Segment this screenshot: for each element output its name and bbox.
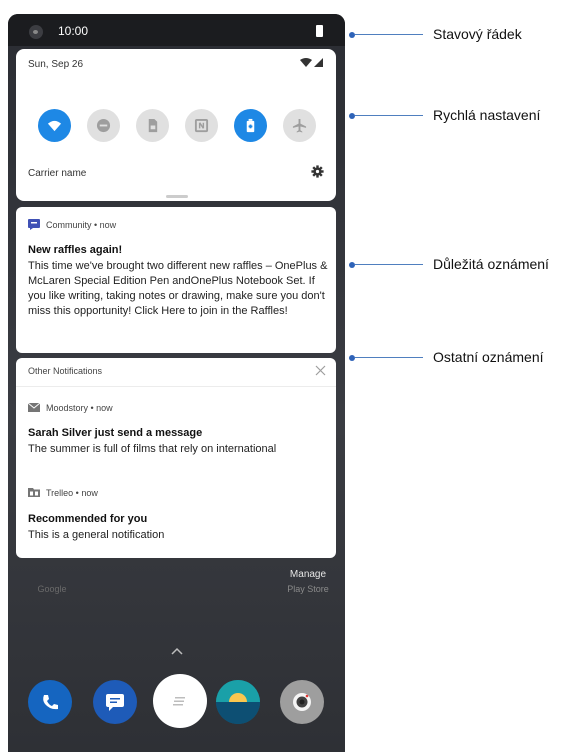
dock-phone[interactable]	[28, 680, 72, 724]
quick-settings-panel: Sun, Sep 26 Carrier name	[16, 49, 336, 201]
callout-quick-settings: Rychlá nastavení	[433, 107, 541, 123]
tile-do-not-disturb[interactable]	[87, 109, 120, 142]
chevron-up-icon[interactable]	[170, 646, 184, 656]
notification-app-row: Community • now	[28, 219, 116, 230]
notification-title[interactable]: Sarah Silver just send a message	[28, 427, 202, 439]
panel-drag-handle[interactable]	[166, 195, 188, 198]
airplane-mode-icon	[292, 118, 307, 133]
callout-important: Důležitá oznámení	[433, 256, 549, 272]
folder-icon	[28, 488, 40, 497]
tile-sim-card[interactable]	[136, 109, 169, 142]
camera-lens-icon	[293, 693, 311, 711]
community-notification[interactable]: Community • now New raffles again! This …	[16, 207, 336, 353]
notification-app-row[interactable]: Moodstory • now	[28, 402, 113, 413]
other-notifications-header: Other Notifications	[28, 366, 103, 376]
quick-settings-tiles	[38, 109, 316, 142]
mail-icon	[28, 402, 40, 412]
google-app-label: Google	[37, 584, 67, 594]
tile-airplane-mode[interactable]	[283, 109, 316, 142]
dock-maps[interactable]	[216, 680, 260, 724]
dock-messages[interactable]	[93, 680, 137, 724]
notification-title: New raffles again!	[28, 244, 123, 256]
battery-saver-icon	[246, 118, 255, 133]
tile-nfc[interactable]	[185, 109, 218, 142]
manage-app-label[interactable]: Manage	[278, 569, 338, 580]
chat-bubble-icon	[28, 219, 40, 230]
notification-app-name: Community • now	[46, 219, 117, 230]
notification-app-row[interactable]: Trelleo • now	[28, 487, 98, 498]
callout-other: Ostatní oznámení	[433, 349, 544, 365]
callout-dot	[349, 262, 355, 268]
callout-dot	[349, 113, 355, 119]
tile-battery-saver[interactable]	[234, 109, 267, 142]
qs-date: Sun, Sep 26	[28, 59, 84, 70]
notification-body: This is a general notification	[28, 529, 165, 541]
settings-gear-icon[interactable]	[311, 165, 324, 178]
menu-lines-icon	[173, 697, 185, 706]
do-not-disturb-icon	[96, 118, 111, 133]
phone-screen: 10:00 Sun, Sep 26 Carrier name Community…	[8, 14, 345, 752]
notification-app-name: Moodstory • now	[46, 402, 113, 413]
callout-line	[355, 115, 423, 116]
sunset-icon	[216, 680, 260, 724]
battery-icon	[316, 25, 323, 37]
status-bar: 10:00	[8, 14, 345, 46]
callout-line	[355, 357, 423, 358]
callout-line	[355, 264, 423, 265]
sim-card-icon	[148, 118, 158, 133]
messages-icon	[106, 694, 124, 711]
notification-title[interactable]: Recommended for you	[28, 513, 147, 525]
notification-app-name: Trelleo • now	[46, 487, 98, 498]
callout-status-bar: Stavový řádek	[433, 26, 522, 42]
callout-dot	[349, 32, 355, 38]
divider	[16, 386, 336, 387]
callout-line	[355, 34, 423, 35]
dock-camera[interactable]	[280, 680, 324, 724]
close-icon[interactable]	[315, 365, 326, 376]
nfc-icon	[194, 118, 209, 133]
play-store-label: Play Store	[287, 584, 329, 594]
camera-icon	[29, 25, 43, 39]
notification-body: This time we've brought two different ne…	[28, 260, 328, 317]
carrier-name: Carrier name	[28, 168, 87, 179]
notification-body: The summer is full of films that rely on…	[28, 443, 277, 455]
dock-home-button[interactable]	[153, 674, 207, 728]
other-notifications-group: Other Notifications Moodstory • now Sara…	[16, 358, 336, 558]
signal-wifi-icons	[300, 58, 324, 69]
status-time: 10:00	[58, 24, 89, 38]
phone-icon	[43, 695, 58, 710]
wifi-icon	[47, 120, 62, 132]
tile-wifi[interactable]	[38, 109, 71, 142]
callout-dot	[349, 355, 355, 361]
wifi-signal-icon	[300, 58, 323, 67]
